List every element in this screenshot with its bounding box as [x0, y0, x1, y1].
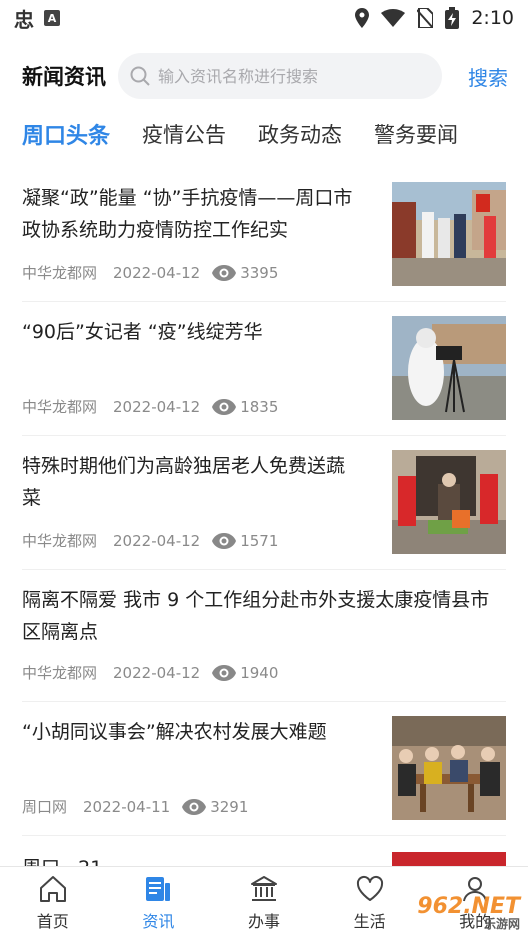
news-views: 1835 — [212, 398, 278, 416]
news-item[interactable]: “小胡同议事会”解决农村发展大难题 周口网 2022-04-11 3291 — [22, 702, 506, 836]
nav-label: 首页 — [36, 911, 69, 931]
eye-icon — [212, 398, 237, 415]
views-count: 1571 — [240, 531, 279, 550]
nav-label: 资讯 — [142, 911, 175, 931]
news-meta: 中华龙都网 2022-04-12 1835 — [22, 396, 278, 417]
news-source: 周口网 — [22, 798, 68, 816]
news-views: 3395 — [212, 264, 278, 282]
views-count: 1940 — [240, 663, 279, 682]
eye-icon — [212, 664, 237, 681]
eye-icon — [212, 532, 237, 549]
views-count: 1835 — [240, 397, 279, 416]
status-time: 2:10 — [471, 7, 514, 29]
news-item[interactable]: 特殊时期他们为高龄独居老人免费送蔬菜 中华龙都网 2022-04-12 1571 — [22, 436, 506, 570]
news-views: 1940 — [212, 664, 278, 682]
tab-headlines[interactable]: 周口头条 — [22, 118, 110, 150]
page-title: 新闻资讯 — [22, 65, 106, 89]
nav-services[interactable]: 办事 — [211, 867, 317, 938]
news-meta: 周口网 2022-04-11 3291 — [22, 796, 248, 817]
app-notification-icon: 忠 — [14, 7, 34, 32]
news-thumbnail — [392, 450, 506, 554]
government-building-icon — [249, 874, 279, 904]
news-thumbnail — [392, 716, 506, 820]
news-meta: 中华龙都网 2022-04-12 1571 — [22, 530, 278, 551]
bottom-navigation: 首页 资讯 办事 生活 我的 962.NET 乐游网 — [0, 866, 528, 938]
news-list: 凝聚“政”能量 “协”手抗疫情——周口市政协系统助力疫情防控工作纪实 中华龙都网… — [0, 168, 528, 836]
tab-police-news[interactable]: 警务要闻 — [374, 119, 458, 149]
news-source: 中华龙都网 — [22, 664, 98, 682]
nav-home[interactable]: 首页 — [0, 867, 106, 938]
category-tabs: 周口头条 疫情公告 政务动态 警务要闻 — [0, 112, 528, 156]
news-thumbnail — [392, 182, 506, 286]
tab-government-news[interactable]: 政务动态 — [258, 119, 342, 149]
news-title: “小胡同议事会”解决农村发展大难题 — [22, 721, 327, 743]
nav-life[interactable]: 生活 — [317, 867, 423, 938]
search-icon — [130, 66, 150, 86]
news-icon — [143, 874, 173, 904]
nav-label: 生活 — [353, 911, 386, 931]
news-date: 2022-04-11 — [83, 797, 171, 816]
news-date: 2022-04-12 — [113, 263, 201, 282]
news-source: 中华龙都网 — [22, 532, 98, 550]
news-item[interactable]: 隔离不隔爱 我市 9 个工作组分赴市外支援太康疫情县市区隔离点 中华龙都网 20… — [22, 570, 506, 702]
tab-epidemic-notice[interactable]: 疫情公告 — [142, 119, 226, 149]
views-count: 3291 — [210, 797, 249, 816]
news-views: 3291 — [182, 798, 248, 816]
views-count: 3395 — [240, 263, 279, 282]
location-icon — [355, 8, 370, 28]
header: 新闻资讯 搜索 — [0, 52, 528, 100]
news-source: 中华龙都网 — [22, 398, 98, 416]
news-thumbnail — [392, 316, 506, 420]
search-input[interactable] — [158, 66, 428, 86]
news-item[interactable]: 凝聚“政”能量 “协”手抗疫情——周口市政协系统助力疫情防控工作纪实 中华龙都网… — [22, 168, 506, 302]
home-icon — [38, 874, 68, 904]
news-meta: 中华龙都网 2022-04-12 3395 — [22, 262, 278, 283]
search-box[interactable] — [118, 53, 442, 99]
news-date: 2022-04-12 — [113, 397, 201, 416]
news-title: 隔离不隔爱 我市 9 个工作组分赴市外支援太康疫情县市区隔离点 — [22, 589, 490, 643]
eye-icon — [182, 798, 207, 815]
wifi-icon — [381, 9, 406, 27]
news-title: 凝聚“政”能量 “协”手抗疫情——周口市政协系统助力疫情防控工作纪实 — [22, 187, 353, 241]
news-title: 特殊时期他们为高龄独居老人免费送蔬菜 — [22, 455, 346, 509]
no-sim-icon — [417, 8, 434, 28]
news-source: 中华龙都网 — [22, 264, 98, 282]
news-meta: 中华龙都网 2022-04-12 1940 — [22, 662, 278, 683]
news-title: “90后”女记者 “疫”线绽芳华 — [22, 321, 263, 343]
battery-charging-icon — [445, 7, 460, 29]
news-item[interactable]: “90后”女记者 “疫”线绽芳华 中华龙都网 2022-04-12 1835 — [22, 302, 506, 436]
eye-icon — [212, 264, 237, 281]
nav-label: 办事 — [247, 911, 280, 931]
news-views: 1571 — [212, 532, 278, 550]
news-date: 2022-04-12 — [113, 531, 201, 550]
heart-icon — [355, 874, 385, 904]
news-date: 2022-04-12 — [113, 663, 201, 682]
search-button[interactable]: 搜索 — [468, 62, 508, 91]
status-bar: 忠 A 2:10 — [0, 0, 528, 36]
watermark-logo: 962.NET 乐游网 — [417, 894, 520, 931]
nav-news[interactable]: 资讯 — [106, 867, 212, 938]
a-notification-icon: A — [44, 10, 60, 26]
